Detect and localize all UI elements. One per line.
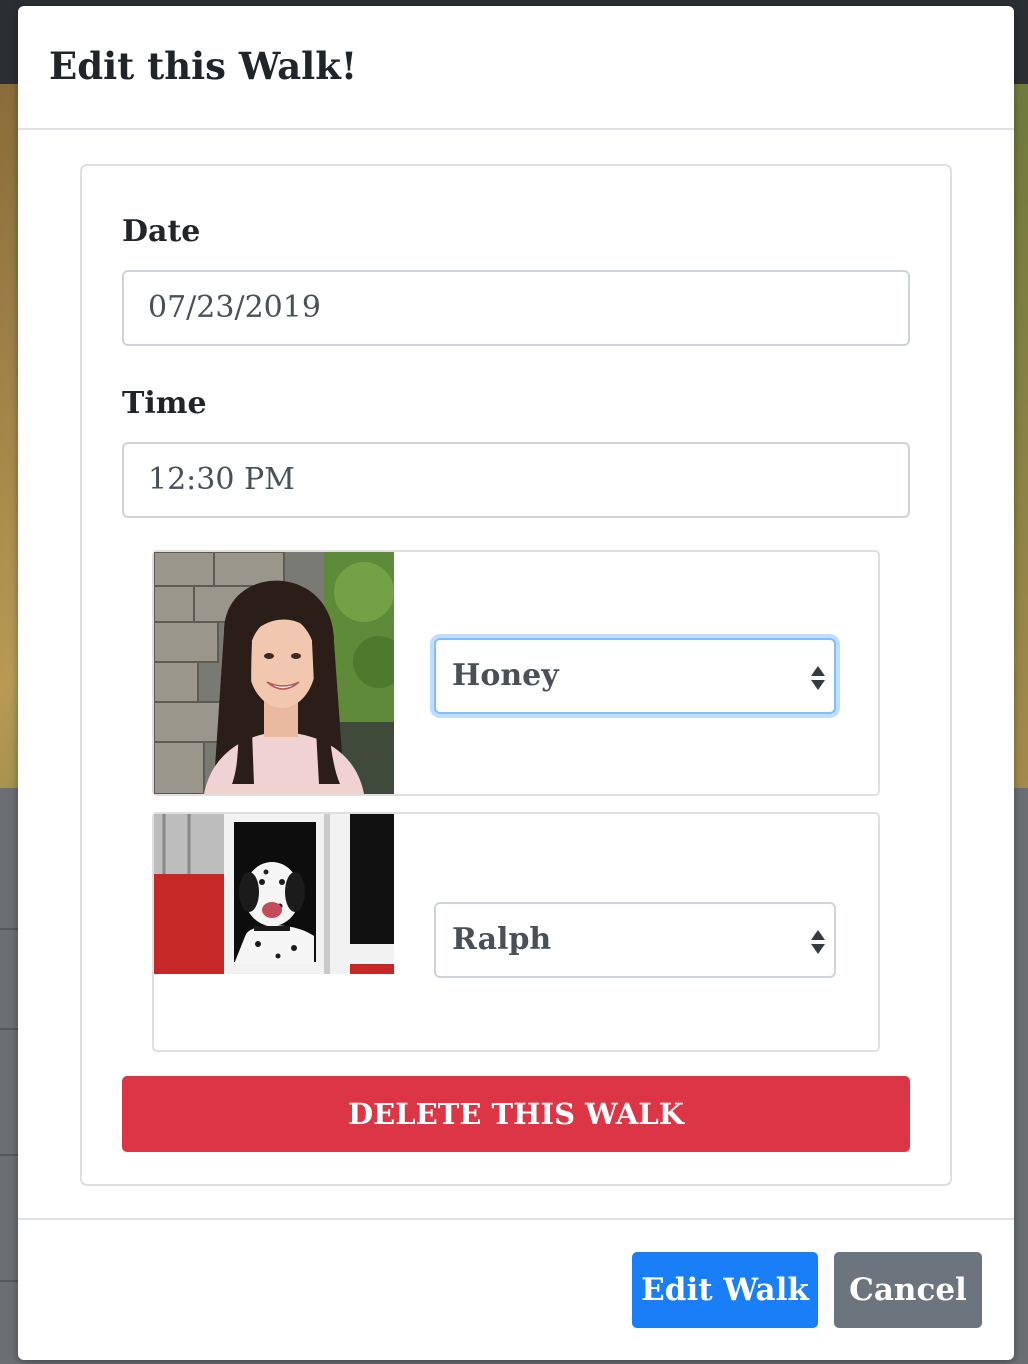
edit-walk-modal: Edit this Walk! Date 07/23/2019 Time 12:… bbox=[18, 6, 1014, 1360]
dog-select[interactable]: Ralph bbox=[434, 902, 836, 978]
background-divider bbox=[0, 928, 18, 930]
background-divider bbox=[0, 1028, 18, 1030]
date-label: Date bbox=[122, 214, 201, 249]
modal-title: Edit this Walk! bbox=[49, 44, 358, 88]
modal-footer: Edit Walk Cancel bbox=[18, 1218, 1014, 1360]
dalmatian-photo bbox=[154, 814, 394, 974]
modal-header: Edit this Walk! bbox=[18, 6, 1014, 130]
walker-photo bbox=[154, 552, 394, 794]
walker-assignment-card: Honey bbox=[152, 550, 880, 796]
walker-select[interactable]: Honey bbox=[434, 638, 836, 714]
delete-walk-button[interactable]: DELETE THIS WALK bbox=[122, 1076, 910, 1152]
time-input[interactable]: 12:30 PM bbox=[122, 442, 910, 518]
background-divider bbox=[0, 1280, 18, 1282]
dog-assignment-card: Ralph bbox=[152, 812, 880, 1052]
walker-select-value: Honey bbox=[452, 658, 559, 693]
background-divider bbox=[0, 1154, 18, 1156]
select-arrows-icon bbox=[811, 930, 825, 954]
edit-walk-card: Date 07/23/2019 Time 12:30 PM Honey Ralp… bbox=[80, 164, 952, 1186]
time-label: Time bbox=[122, 386, 207, 421]
edit-walk-button[interactable]: Edit Walk bbox=[632, 1252, 818, 1328]
date-input[interactable]: 07/23/2019 bbox=[122, 270, 910, 346]
dog-select-value: Ralph bbox=[452, 922, 552, 957]
cancel-button[interactable]: Cancel bbox=[834, 1252, 982, 1328]
select-arrows-icon bbox=[811, 666, 825, 690]
